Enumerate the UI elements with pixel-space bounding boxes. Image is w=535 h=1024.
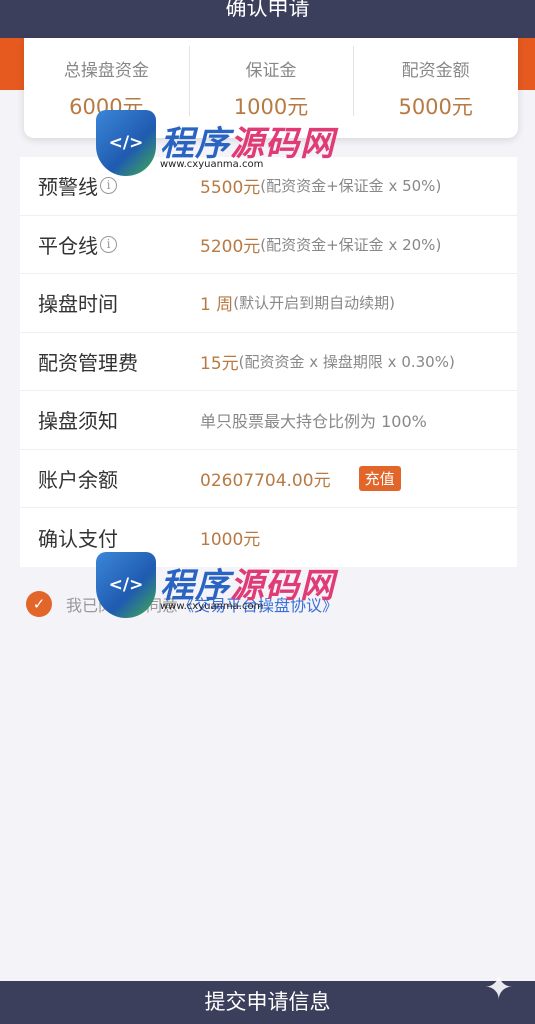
row-liquidation-line: 平仓线 i 5200元 (配资资金+保证金 x 20%) bbox=[20, 216, 517, 274]
row-value: 02607704.00元 bbox=[200, 470, 331, 491]
row-trading-notice: 操盘须知 单只股票最大持仓比例为 100% bbox=[20, 391, 517, 450]
row-note: (配资资金+保证金 x 50%) bbox=[260, 177, 442, 196]
row-value: 1000元 bbox=[200, 529, 261, 550]
row-trading-period: 操盘时间 1 周 (默认开启到期自动续期) bbox=[20, 274, 517, 333]
page-header: 确认申请 bbox=[0, 0, 535, 38]
detail-list: 预警线 i 5500元 (配资资金+保证金 x 50%) 平仓线 i 5200元… bbox=[20, 157, 517, 567]
recharge-button[interactable]: 充值 bbox=[358, 465, 401, 491]
sparkle-icon: ✦ bbox=[484, 968, 514, 1008]
row-value: 1 周 bbox=[200, 295, 234, 316]
row-value: 单只股票最大持仓比例为 100% bbox=[200, 411, 427, 431]
summary-funding-value: 5000元 bbox=[398, 94, 473, 119]
summary-total-label: 总操盘资金 bbox=[63, 60, 149, 81]
row-label: 平仓线 bbox=[38, 233, 98, 258]
row-label: 操盘时间 bbox=[38, 292, 118, 317]
row-value: 5200元 bbox=[200, 236, 261, 257]
watermark: </> 程序源码网 www.cxyuanma.com bbox=[96, 110, 335, 176]
row-label: 确认支付 bbox=[38, 526, 118, 551]
summary-margin-label: 保证金 bbox=[245, 60, 297, 81]
row-label: 预警线 bbox=[38, 175, 98, 200]
watermark-title-a: 程序 bbox=[160, 124, 230, 164]
watermark-shield-icon: </> bbox=[96, 110, 156, 176]
summary-funding: 配资金额 5000元 bbox=[353, 45, 518, 121]
page-title: 确认申请 bbox=[225, 0, 310, 20]
row-management-fee: 配资管理费 15元 (配资资金 x 操盘期限 x 0.30%) bbox=[20, 333, 517, 391]
row-label: 操盘须知 bbox=[38, 409, 118, 434]
row-value: 15元 bbox=[200, 353, 239, 374]
watermark-title-b: 源码网 bbox=[230, 566, 335, 606]
submit-label: 提交申请信息 bbox=[204, 990, 331, 1014]
watermark-title-a: 程序 bbox=[160, 566, 230, 606]
info-circle-icon[interactable]: i bbox=[100, 235, 117, 253]
row-label: 配资管理费 bbox=[38, 350, 138, 375]
watermark-title-b: 源码网 bbox=[230, 124, 335, 164]
row-note: (默认开启到期自动续期) bbox=[233, 294, 395, 313]
row-value: 5500元 bbox=[200, 178, 261, 199]
check-circle-icon[interactable]: ✓ bbox=[26, 591, 52, 617]
row-label: 账户余额 bbox=[38, 467, 118, 492]
header-accent-left bbox=[0, 38, 26, 90]
info-circle-icon[interactable]: i bbox=[100, 177, 117, 195]
summary-funding-label: 配资金额 bbox=[401, 60, 470, 81]
row-note: (配资资金+保证金 x 20%) bbox=[260, 235, 442, 254]
submit-button[interactable]: 提交申请信息 bbox=[0, 981, 535, 1024]
row-account-balance: 账户余额 02607704.00元 充值 bbox=[20, 450, 517, 508]
watermark: </> 程序源码网 www.cxyuanma.com bbox=[96, 552, 335, 618]
watermark-shield-icon: </> bbox=[96, 552, 156, 618]
row-note: (配资资金 x 操盘期限 x 0.30%) bbox=[238, 352, 455, 371]
